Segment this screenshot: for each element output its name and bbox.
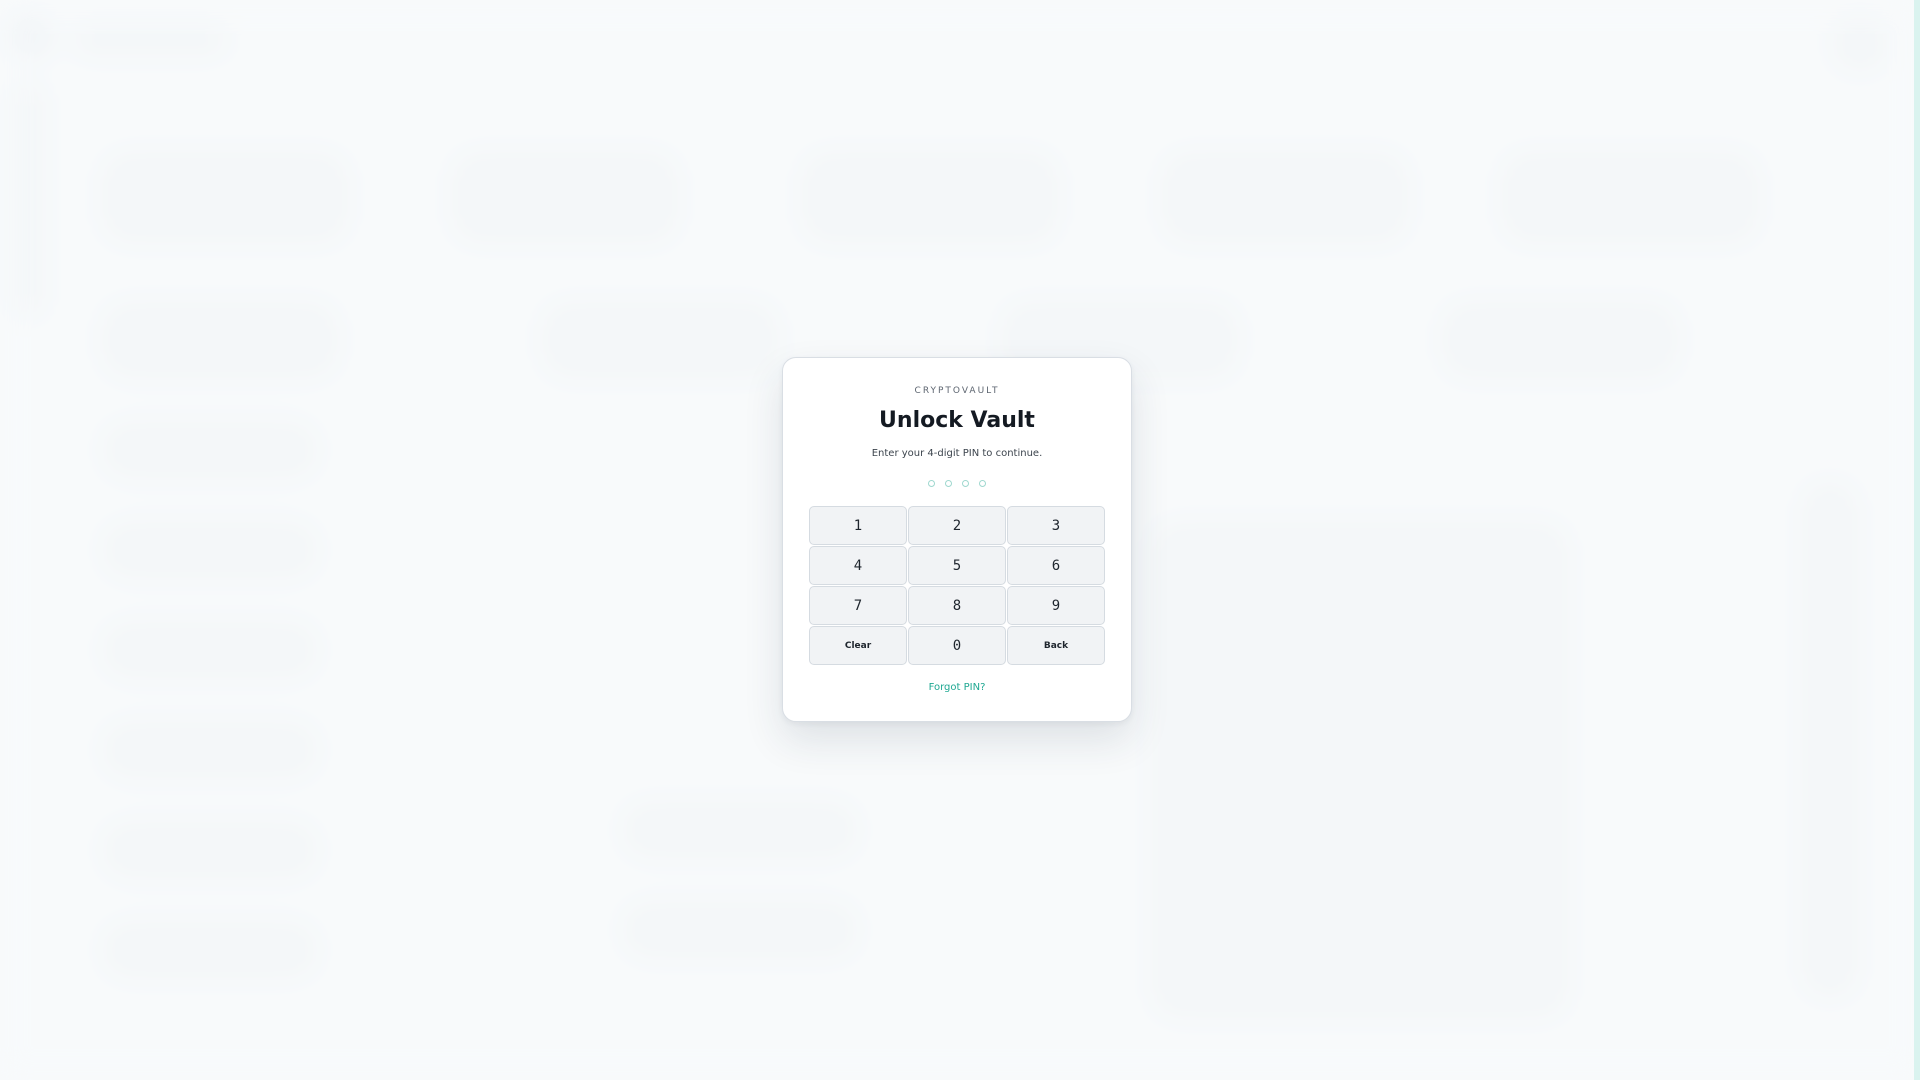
pin-dot — [945, 480, 952, 487]
brand-label: CRYPTOVAULT — [914, 386, 1000, 396]
pin-dot — [928, 480, 935, 487]
keypad-button-3[interactable]: 3 — [1007, 506, 1105, 545]
keypad-button-2[interactable]: 2 — [908, 506, 1006, 545]
keypad-button-9[interactable]: 9 — [1007, 586, 1105, 625]
keypad-button-5[interactable]: 5 — [908, 546, 1006, 585]
pin-dot — [962, 480, 969, 487]
keypad-button-4[interactable]: 4 — [809, 546, 907, 585]
keypad-button-6[interactable]: 6 — [1007, 546, 1105, 585]
pin-dot — [979, 480, 986, 487]
unlock-vault-dialog: CRYPTOVAULT Unlock Vault Enter your 4-di… — [782, 357, 1132, 722]
clear-button[interactable]: Clear — [809, 626, 907, 665]
pin-keypad: 1 2 3 4 5 6 7 8 9 Clear 0 Back — [809, 506, 1108, 665]
keypad-button-1[interactable]: 1 — [809, 506, 907, 545]
keypad-button-7[interactable]: 7 — [809, 586, 907, 625]
keypad-button-8[interactable]: 8 — [908, 586, 1006, 625]
forgot-pin-link[interactable]: Forgot PIN? — [783, 682, 1131, 693]
dialog-title: Unlock Vault — [879, 408, 1035, 433]
dialog-subtitle: Enter your 4-digit PIN to continue. — [871, 448, 1043, 459]
back-button[interactable]: Back — [1007, 626, 1105, 665]
pin-indicator — [783, 480, 1131, 487]
keypad-button-0[interactable]: 0 — [908, 626, 1006, 665]
